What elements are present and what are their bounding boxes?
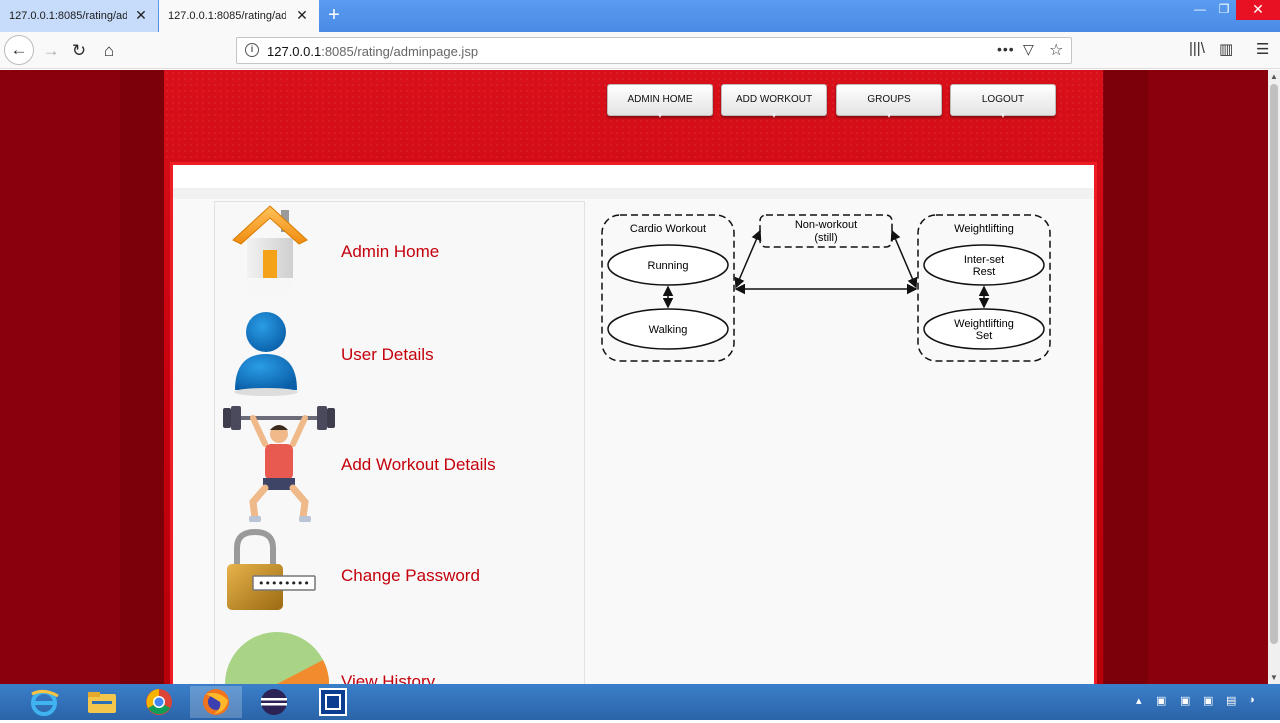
menu-logout-button[interactable]: LOGOUT [950, 84, 1056, 116]
home-icon[interactable]: ⌂ [96, 38, 122, 64]
wset-label-1: Weightlifting [954, 318, 1014, 330]
background-stripe [1104, 70, 1148, 684]
walking-label: Walking [649, 324, 688, 336]
file-explorer-icon[interactable] [76, 686, 128, 718]
restore-icon[interactable]: ❐ [1210, 0, 1238, 20]
app-icon[interactable] [306, 686, 358, 718]
browser-tab[interactable]: 127.0.0.1:8085/rating/adm ✕ [0, 0, 158, 32]
volume-icon[interactable]: ◑ [1248, 694, 1255, 706]
tray-app-icon[interactable]: ▣ [1156, 694, 1166, 707]
scroll-up-icon[interactable]: ▲ [1270, 72, 1278, 81]
pie-chart-icon [225, 632, 330, 684]
tab-title: 127.0.0.1:8085/rating/adm [168, 10, 286, 22]
menu-icon[interactable]: ☰ [1256, 40, 1269, 58]
padlock-icon: •••••••• [227, 528, 316, 610]
close-tab-icon[interactable]: ✕ [134, 8, 148, 22]
interset-label-1: Inter-set [964, 254, 1004, 266]
tray-chevron-icon[interactable]: ▴ [1136, 694, 1142, 707]
sidebar-label: Change Password [341, 566, 480, 585]
site-container: ADMIN HOME ADD WORKOUT GROUPS LOGOUT [164, 70, 1103, 684]
browser-nav-bar: ← → ↻ ⌂ i 127.0.0.1:8085/rating/adminpag… [0, 32, 1280, 69]
background-stripe [120, 70, 164, 684]
interset-label-2: Rest [973, 266, 996, 278]
eclipse-icon[interactable] [248, 686, 300, 718]
page-actions-icon[interactable]: ••• [997, 41, 1015, 57]
menu-groups-button[interactable]: GROUPS [836, 84, 942, 116]
user-icon [234, 312, 298, 396]
back-icon[interactable]: ← [4, 35, 34, 65]
weightlifter-icon [223, 406, 335, 522]
content-top-bar [173, 165, 1094, 189]
content-panel: Admin Home User Details Add Workout Deta… [170, 162, 1097, 684]
url-path: :8085/rating/adminpage.jsp [321, 44, 479, 59]
firefox-icon[interactable] [190, 686, 242, 718]
menu-admin-home-button[interactable]: ADMIN HOME [607, 84, 713, 116]
info-icon[interactable]: i [245, 43, 259, 57]
admin-sidebar: Admin Home User Details Add Workout Deta… [214, 201, 585, 684]
tray-app-icon[interactable]: ▣ [1180, 694, 1190, 707]
sidebar-label: Add Workout Details [341, 455, 496, 474]
browser-tab-active[interactable]: 127.0.0.1:8085/rating/adm ✕ [159, 0, 319, 32]
browser-tab-bar: 127.0.0.1:8085/rating/adm ✕ 127.0.0.1:80… [0, 0, 1280, 32]
sidebar-label: User Details [341, 345, 434, 364]
workout-state-diagram: Cardio Workout Running Walking Non-worko… [601, 214, 1051, 362]
page-scrollbar[interactable]: ▲ ▼ [1268, 70, 1280, 684]
url-text[interactable]: 127.0.0.1:8085/rating/adminpage.jsp [267, 44, 478, 59]
library-icon[interactable]: |||\ [1189, 40, 1205, 57]
tray-app-icon[interactable]: ▣ [1203, 694, 1213, 707]
nonworkout-weight-arrow [890, 229, 918, 289]
chrome-icon[interactable] [133, 686, 185, 718]
content-band [173, 189, 1094, 199]
house-icon [232, 205, 308, 294]
sidebar-item-admin-home[interactable]: Admin Home [215, 202, 584, 298]
close-tab-icon[interactable]: ✕ [295, 8, 309, 22]
scroll-down-icon[interactable]: ▼ [1270, 673, 1278, 682]
sidebar-item-view-history[interactable]: View History [215, 630, 584, 684]
menu-add-workout-button[interactable]: ADD WORKOUT [721, 84, 827, 116]
tab-title: 127.0.0.1:8085/rating/adm [9, 10, 127, 22]
sidebar-item-user-details[interactable]: User Details [215, 304, 584, 400]
cardio-title: Cardio Workout [630, 223, 706, 235]
forward-icon[interactable]: → [38, 38, 64, 64]
password-mask: •••••••• [258, 577, 310, 590]
wset-label-2: Set [976, 330, 993, 342]
sidebar-item-change-password[interactable]: •••••••• Change Password [215, 528, 584, 628]
network-icon[interactable]: ▤ [1226, 694, 1236, 707]
running-label: Running [648, 260, 689, 272]
sidebar-label: View History [341, 672, 436, 684]
nonworkout-label-2: (still) [814, 232, 837, 244]
cardio-nonworkout-arrow [734, 229, 762, 289]
sidebar-item-add-workout-details[interactable]: Add Workout Details [215, 402, 584, 526]
url-bar[interactable]: i 127.0.0.1:8085/rating/adminpage.jsp ••… [236, 37, 1072, 64]
internet-explorer-icon[interactable] [18, 686, 70, 718]
sidebar-icon[interactable]: ▥ [1219, 40, 1233, 58]
plus-icon[interactable]: + [324, 5, 344, 25]
sidebar-label: Admin Home [341, 242, 440, 261]
os-taskbar: ▴ ▣ ▣ ▣ ▤ ◑ [0, 684, 1280, 720]
pocket-icon[interactable]: ▽ [1023, 41, 1034, 58]
close-window-icon[interactable]: ✕ [1236, 0, 1280, 20]
page-viewport: ADMIN HOME ADD WORKOUT GROUPS LOGOUT [0, 70, 1268, 684]
nonworkout-label-1: Non-workout [795, 219, 857, 231]
reload-icon[interactable]: ↻ [66, 38, 92, 64]
bookmark-star-icon[interactable]: ☆ [1049, 40, 1063, 60]
weightlifting-title: Weightlifting [954, 223, 1014, 235]
scroll-thumb[interactable] [1270, 84, 1278, 644]
url-host: 127.0.0.1 [267, 44, 322, 59]
